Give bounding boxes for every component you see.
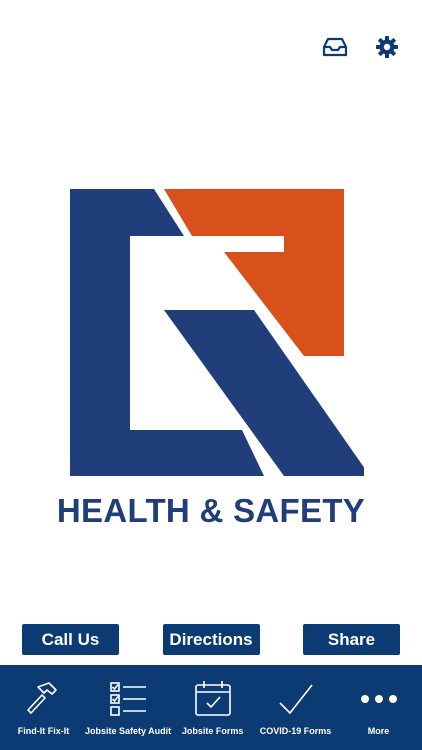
company-logo: HEALTH & SAFETY bbox=[0, 170, 422, 540]
inbox-icon[interactable] bbox=[322, 34, 348, 60]
header-actions bbox=[322, 34, 400, 60]
tab-label: Jobsite Safety Audit bbox=[84, 726, 172, 736]
tab-label: Find-It Fix-It bbox=[17, 726, 70, 736]
logo-mark bbox=[70, 189, 364, 476]
logo-text: HEALTH & SAFETY bbox=[56, 492, 366, 529]
directions-button[interactable]: Directions bbox=[162, 624, 260, 655]
calendar-check-icon bbox=[193, 677, 233, 721]
share-button[interactable]: Share bbox=[303, 624, 400, 655]
tab-label: Jobsite Forms bbox=[181, 726, 244, 736]
tab-covid-19-forms[interactable]: COVID-19 Forms bbox=[254, 665, 337, 750]
tab-label: More bbox=[367, 726, 390, 736]
tab-jobsite-forms[interactable]: Jobsite Forms bbox=[171, 665, 254, 750]
tab-jobsite-safety-audit[interactable]: Jobsite Safety Audit bbox=[85, 665, 171, 750]
bottom-tab-bar: Find-It Fix-It Jobsite Safety Audit Jobs… bbox=[0, 665, 422, 750]
checkmark-icon bbox=[276, 677, 316, 721]
call-us-button[interactable]: Call Us bbox=[22, 624, 119, 655]
tab-find-it-fix-it[interactable]: Find-It Fix-It bbox=[2, 665, 85, 750]
action-buttons: Call Us Directions Share bbox=[22, 624, 400, 655]
more-icon bbox=[359, 677, 399, 721]
gear-icon[interactable] bbox=[374, 34, 400, 60]
checklist-icon bbox=[108, 677, 148, 721]
tab-label: COVID-19 Forms bbox=[259, 726, 332, 736]
hammer-icon bbox=[23, 677, 63, 721]
tab-more[interactable]: More bbox=[337, 665, 420, 750]
